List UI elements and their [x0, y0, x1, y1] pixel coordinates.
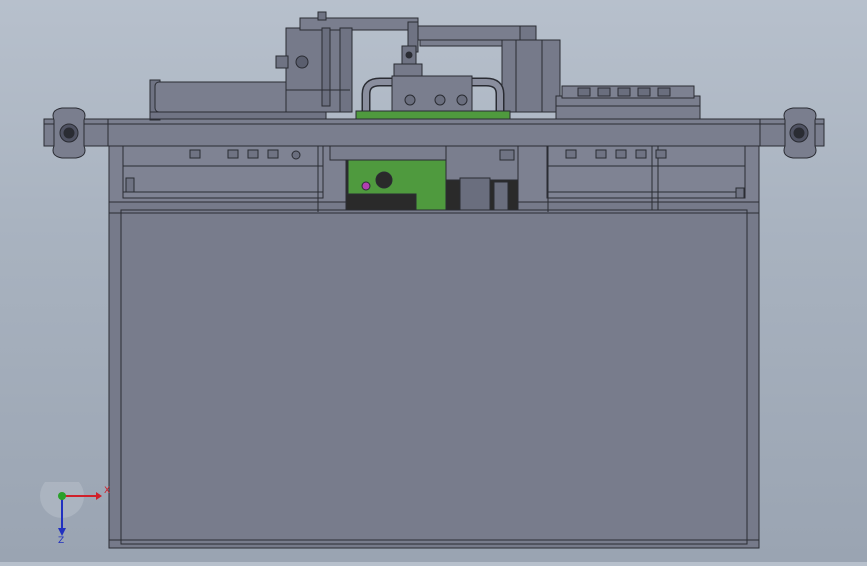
center-handle: [361, 75, 505, 114]
coordinate-triad: X Z: [40, 474, 120, 550]
main-plate: [43, 118, 825, 147]
model-drawing: [43, 11, 825, 549]
cad-viewport[interactable]: [0, 0, 867, 562]
y-axis-dot: [58, 492, 66, 500]
center-motor-assembly: [329, 145, 519, 211]
enclosure-box: [108, 199, 760, 549]
right-top-connectors: [555, 85, 701, 120]
left-knob: [52, 107, 86, 159]
x-axis-label: X: [104, 486, 111, 496]
top-pcb: [355, 110, 511, 120]
z-axis-label: Z: [58, 536, 65, 546]
right-knob: [783, 107, 817, 159]
